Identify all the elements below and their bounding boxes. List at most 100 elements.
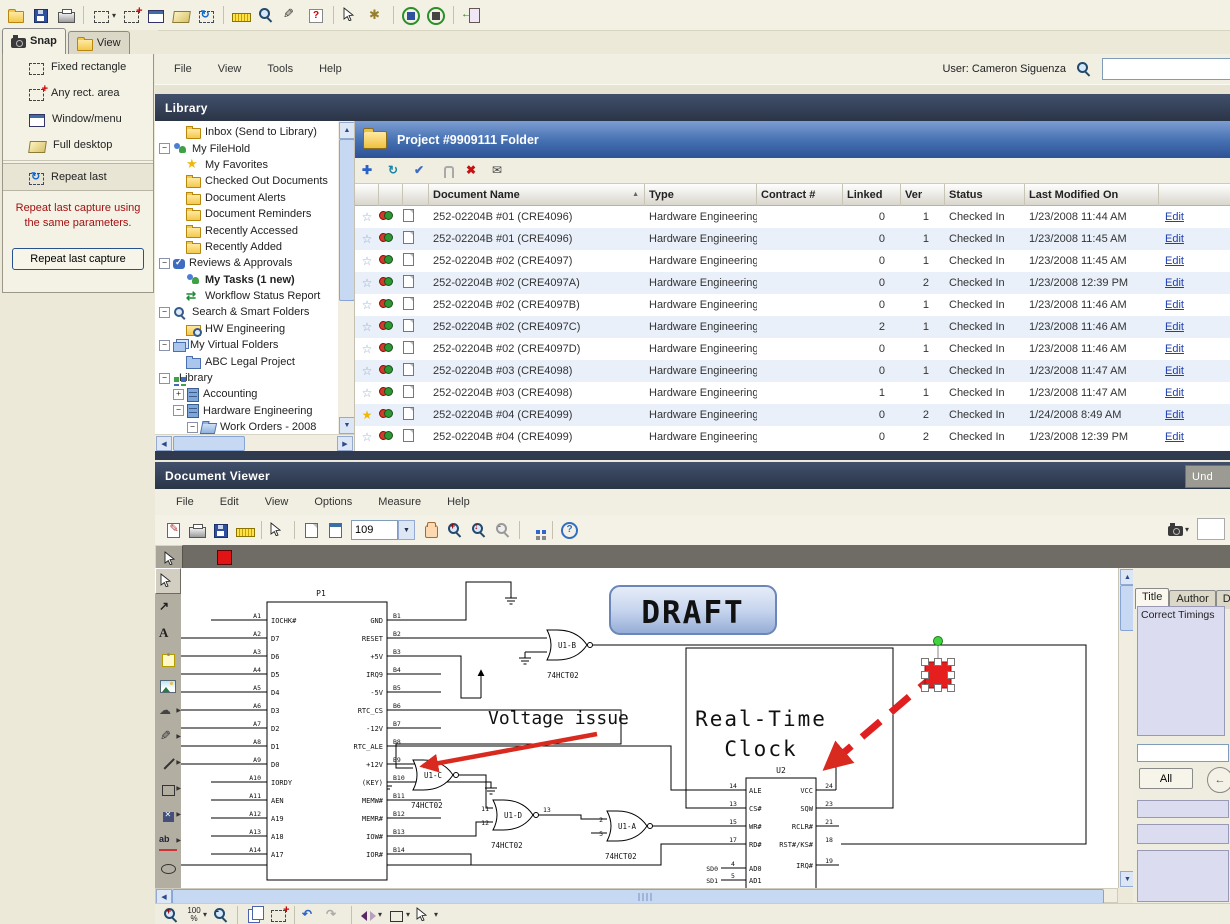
tool-arrow-button[interactable]: ↗ bbox=[155, 594, 181, 620]
tree-item[interactable]: Workflow Status Report bbox=[155, 288, 354, 304]
capture-mode-fixed-rect[interactable]: Fixed rectangle bbox=[3, 54, 153, 80]
page-button[interactable] bbox=[299, 518, 323, 542]
edit-link[interactable]: Edit bbox=[1159, 277, 1230, 289]
scroll-right-icon[interactable]: ▶ bbox=[337, 436, 353, 451]
menu-dv-measure[interactable]: Measure bbox=[365, 493, 434, 511]
dropdown-caret-icon[interactable]: ▾ bbox=[203, 910, 207, 919]
table-row[interactable]: ☆252-02204B #02 (CRE4097B)Hardware Engin… bbox=[355, 294, 1230, 316]
zoom-area-button[interactable]: + bbox=[443, 518, 467, 542]
marquee-button[interactable] bbox=[266, 903, 290, 924]
tree-vscrollbar[interactable]: ▲ ▼ bbox=[338, 121, 354, 435]
repeat-last-button[interactable] bbox=[194, 3, 218, 27]
table-row[interactable]: ☆252-02204B #04 (CRE4099)Hardware Engine… bbox=[355, 426, 1230, 448]
zoom-out-dim-button[interactable]: - bbox=[491, 518, 515, 542]
metadata-box[interactable] bbox=[1137, 824, 1229, 844]
viewer-canvas[interactable]: P1 A1IOCHK#A2D7A3D6A4D5A5D4A6D3A7D2A8D1A… bbox=[181, 568, 1118, 888]
expander-icon[interactable]: + bbox=[173, 389, 184, 400]
tree-item[interactable]: My Favorites bbox=[155, 157, 354, 173]
tree-item[interactable]: −Library bbox=[155, 370, 354, 386]
scroll-down-icon[interactable]: ▼ bbox=[339, 417, 355, 434]
search-input[interactable] bbox=[1102, 58, 1230, 80]
tool-cloud-button[interactable]: ☁▶ bbox=[155, 698, 181, 724]
email-button[interactable]: ✉ bbox=[489, 159, 513, 183]
edit-link[interactable]: Edit bbox=[1159, 321, 1230, 333]
favorite-star-icon[interactable]: ☆ bbox=[355, 430, 379, 444]
tool-text-button[interactable]: A bbox=[155, 620, 181, 646]
tool-line-button[interactable]: ▶ bbox=[155, 750, 181, 776]
voltage-issue-arrow[interactable] bbox=[423, 734, 597, 766]
favorite-star-icon[interactable]: ★ bbox=[355, 408, 379, 422]
scroll-up-icon[interactable]: ▲ bbox=[339, 122, 355, 139]
edit-link[interactable]: Edit bbox=[1159, 343, 1230, 355]
tree-item[interactable]: −Reviews & Approvals bbox=[155, 255, 354, 271]
zoom-level-input[interactable] bbox=[351, 520, 398, 540]
document-name[interactable]: 252-02204B #01 (CRE4096) bbox=[429, 233, 645, 245]
annotation-list-item[interactable]: Correct Timings bbox=[1141, 609, 1215, 621]
flip-button[interactable] bbox=[356, 903, 380, 924]
dropdown-caret-icon[interactable]: ▾ bbox=[378, 910, 382, 919]
expander-icon[interactable]: − bbox=[159, 258, 170, 269]
menu-dv-view[interactable]: View bbox=[252, 493, 302, 511]
page-setup-button[interactable] bbox=[323, 518, 347, 542]
tool-select-button[interactable] bbox=[155, 568, 181, 594]
print-button[interactable] bbox=[54, 3, 78, 27]
expander-icon[interactable]: − bbox=[159, 143, 170, 154]
menu-dv-options[interactable]: Options bbox=[301, 493, 365, 511]
attach-button[interactable] bbox=[437, 159, 461, 183]
zoomout-button[interactable]: - bbox=[209, 903, 233, 924]
document-name[interactable]: 252-02204B #04 (CRE4099) bbox=[429, 409, 645, 421]
capture-mode-full-desktop[interactable]: Full desktop bbox=[3, 132, 153, 158]
tree-item[interactable]: Checked Out Documents bbox=[155, 173, 354, 189]
favorite-star-icon[interactable]: ☆ bbox=[355, 232, 379, 246]
all-button[interactable]: All bbox=[1139, 768, 1193, 789]
redo-button[interactable]: ↷ bbox=[323, 903, 347, 924]
repeat-last-capture-button[interactable]: Repeat last capture bbox=[12, 248, 144, 270]
dropdown-caret-icon[interactable]: ▾ bbox=[406, 910, 410, 919]
tree-item[interactable]: −My FileHold bbox=[155, 140, 354, 156]
favorite-star-icon[interactable]: ☆ bbox=[355, 364, 379, 378]
edit-link[interactable]: Edit bbox=[1159, 255, 1230, 267]
canvas-hscrollbar[interactable]: ◀ bbox=[155, 888, 1118, 903]
tab-view[interactable]: View bbox=[68, 31, 130, 54]
voltage-issue-annotation[interactable]: Voltage issue bbox=[488, 708, 629, 729]
edit-link[interactable]: Edit bbox=[1159, 233, 1230, 245]
table-row[interactable]: ☆252-02204B #03 (CRE4098)Hardware Engine… bbox=[355, 360, 1230, 382]
favorite-star-icon[interactable]: ☆ bbox=[355, 342, 379, 356]
edit-link[interactable]: Edit bbox=[1159, 299, 1230, 311]
tool-pencil-button[interactable]: ▶ bbox=[155, 724, 181, 750]
tree-item[interactable]: −Work Orders - 2008 bbox=[155, 419, 354, 435]
search-icon[interactable] bbox=[1076, 61, 1092, 77]
add-button[interactable]: ✚ bbox=[359, 159, 383, 183]
tree-vscroll-thumb[interactable] bbox=[339, 139, 355, 301]
annotation-list[interactable]: Correct Timings bbox=[1137, 606, 1225, 736]
fixed-rect-button[interactable] bbox=[89, 3, 113, 27]
tree-item[interactable]: HW Engineering bbox=[155, 321, 354, 337]
col-status[interactable]: Status bbox=[945, 184, 1025, 206]
tool-note-button[interactable] bbox=[155, 646, 181, 672]
tree-item[interactable]: +Accounting bbox=[155, 386, 354, 402]
table-row[interactable]: ☆252-02204B #02 (CRE4097A)Hardware Engin… bbox=[355, 272, 1230, 294]
tool-image-button[interactable] bbox=[155, 672, 181, 698]
annotation-color-swatch[interactable] bbox=[217, 550, 232, 565]
expander-icon[interactable]: − bbox=[187, 422, 198, 433]
tool-chart-button[interactable]: ab▶ bbox=[155, 828, 181, 854]
col-document-name[interactable]: Document Name▲ bbox=[429, 184, 645, 206]
table-row[interactable]: ☆252-02204B #02 (CRE4097D)Hardware Engin… bbox=[355, 338, 1230, 360]
undo-button[interactable]: ↶ bbox=[299, 903, 323, 924]
tree-hscrollbar[interactable]: ◀ ▶ bbox=[155, 434, 354, 451]
tree-item[interactable]: −Hardware Engineering bbox=[155, 403, 354, 419]
tree-item[interactable]: Document Reminders bbox=[155, 206, 354, 222]
tree-item[interactable]: Inbox (Send to Library) bbox=[155, 124, 354, 140]
menu-fh-file[interactable]: File bbox=[161, 60, 205, 78]
canvas-vscrollbar[interactable]: ▲ ▼ bbox=[1118, 568, 1134, 888]
tool-rect-button[interactable]: ▶ bbox=[155, 776, 181, 802]
document-name[interactable]: 252-02204B #02 (CRE4097B) bbox=[429, 299, 645, 311]
document-name[interactable]: 252-02204B #03 (CRE4098) bbox=[429, 387, 645, 399]
scroll-left-icon[interactable]: ◀ bbox=[156, 436, 172, 451]
col-last-modified[interactable]: Last Modified On bbox=[1025, 184, 1159, 206]
metadata-box[interactable] bbox=[1137, 850, 1229, 902]
tree-item[interactable]: Document Alerts bbox=[155, 190, 354, 206]
help-button[interactable] bbox=[304, 3, 328, 27]
combo-dropdown-icon[interactable]: ▼ bbox=[398, 520, 415, 540]
menu-fh-view[interactable]: View bbox=[205, 60, 255, 78]
